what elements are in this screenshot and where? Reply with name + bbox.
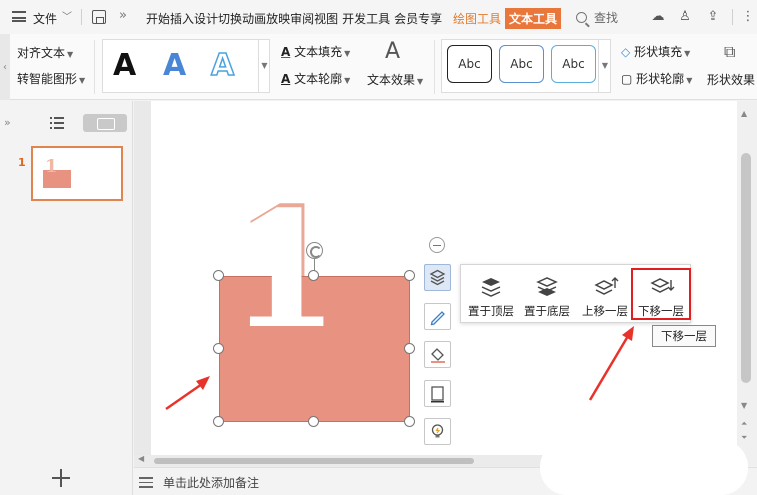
- page-up-icon[interactable]: ⏶: [741, 419, 747, 429]
- notes-icon: [139, 477, 153, 488]
- scroll-left-icon[interactable]: ◀: [138, 454, 144, 463]
- notes-placeholder[interactable]: 单击此处添加备注: [163, 474, 259, 491]
- annotation-arrows: [165, 326, 634, 411]
- scroll-down-icon[interactable]: ▼: [741, 401, 747, 410]
- scroll-thumb[interactable]: [154, 458, 474, 464]
- scroll-up-icon[interactable]: ▲: [741, 109, 747, 118]
- arrow-to-shape-icon: [165, 376, 210, 411]
- obscured-area: [540, 440, 748, 495]
- horizontal-scrollbar[interactable]: ◀: [134, 454, 564, 467]
- page-down-icon[interactable]: ⏷: [741, 433, 747, 443]
- vertical-scrollbar[interactable]: ▲ ▼ ⏶ ⏷: [737, 101, 757, 466]
- scroll-thumb[interactable]: [741, 153, 751, 383]
- arrow-to-send-backward-icon: [588, 326, 634, 401]
